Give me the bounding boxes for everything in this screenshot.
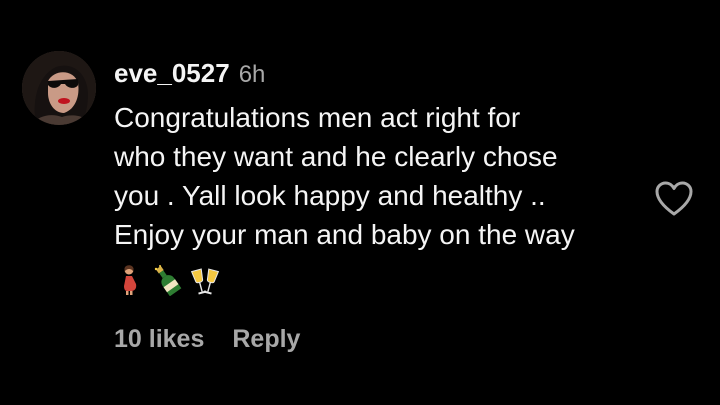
champagne-bottle-emoji (154, 265, 182, 296)
likes-count-link[interactable]: 10 likes (114, 325, 204, 354)
comment-header: eve_0527 6h (114, 58, 265, 92)
pregnant-woman-emoji (124, 265, 137, 295)
clinking-glasses-emoji (190, 268, 220, 295)
comment-line: Congratulations men act right for (114, 102, 521, 133)
comment-emojis (114, 262, 220, 298)
avatar-image (22, 51, 96, 125)
username-link[interactable]: eve_0527 (114, 58, 230, 89)
avatar[interactable] (22, 51, 96, 125)
reply-button[interactable]: Reply (232, 325, 300, 354)
comment-text: Congratulations men act right for who th… (114, 98, 654, 254)
like-button[interactable] (654, 180, 694, 218)
heart-outline-icon (655, 181, 693, 216)
comment-actions: 10 likes Reply (114, 322, 300, 356)
comment-line: Enjoy your man and baby on the way (114, 219, 575, 250)
comment-timestamp: 6h (238, 61, 266, 88)
comment-line: who they want and he clearly chose (114, 141, 558, 172)
comment-line: you . Yall look happy and healthy .. (114, 180, 546, 211)
